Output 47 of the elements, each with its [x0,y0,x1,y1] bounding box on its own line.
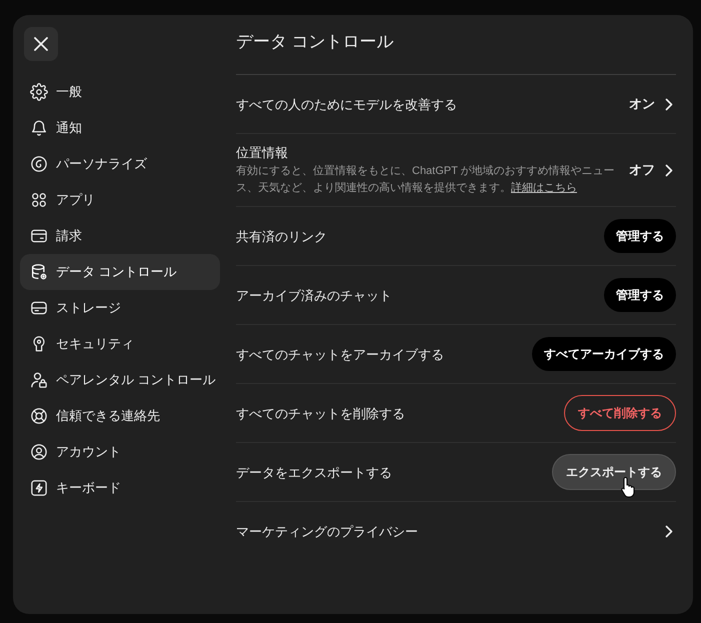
four-circles-icon [30,191,48,209]
setting-value-link[interactable]: オン [629,94,676,114]
lightning-square-icon [30,479,48,497]
setting-label: アーカイブ済みのチャット [236,286,392,304]
database-gear-icon [30,263,48,281]
sidebar-item[interactable]: アプリ [20,182,220,218]
sidebar-item[interactable]: 一般 [20,74,220,110]
setting-label: マーケティングのプライバシー [236,523,418,541]
setting-description: 有効にすると、位置情報をもとに、ChatGPT が地域のおすすめ情報やニュース、天気など、より関連性の高い情報を提供できます。詳細はこちら [236,164,616,196]
setting-label: すべてのチャットを削除する [236,404,405,422]
action-button[interactable]: すべて削除する [564,395,676,431]
close-icon [34,37,48,51]
page-title: データ コントロール [236,31,395,53]
learn-more-link[interactable]: 詳細はこちら [511,182,577,194]
gear-icon [30,83,48,101]
card-icon [30,227,48,245]
sidebar-item[interactable]: ストレージ [20,290,220,326]
hand-pointer-icon [620,476,636,498]
lifebuoy-icon [30,407,48,425]
action-button[interactable]: 管理する [604,278,676,312]
chevron-right-icon [665,164,673,176]
setting-label: データをエクスポートする [236,464,392,482]
setting-label: すべての人のためにモデルを改善する [236,96,457,114]
user-circle-icon [30,443,48,461]
chevron-right-icon[interactable] [665,525,673,538]
sidebar-item[interactable]: パーソナライズ [20,146,220,182]
action-button[interactable]: すべてアーカイブする [532,337,676,371]
chevron-right-icon [665,98,673,110]
spiral-circle-icon [30,155,48,173]
sidebar-item[interactable]: データ コントロール [20,254,220,290]
setting-label: 位置情報 [236,144,289,162]
person-lock-icon [30,371,48,389]
sidebar-item[interactable]: キーボード [20,470,220,506]
hard-drive-icon [30,299,48,317]
setting-label: 共有済のリンク [236,228,327,246]
sidebar-item[interactable]: アカウント [20,434,220,470]
setting-value-link[interactable]: オフ [629,160,676,180]
sidebar-item[interactable]: ペアレンタル コントロール [20,362,220,398]
action-button[interactable]: エクスポートする [552,454,676,490]
action-button[interactable]: 管理する [604,219,676,253]
close-button[interactable] [24,27,58,61]
sidebar-item[interactable]: 信頼できる連絡先 [20,398,220,434]
sidebar-item[interactable]: セキュリティ [20,326,220,362]
sidebar-item[interactable]: 通知 [20,110,220,146]
sidebar-item[interactable]: 請求 [20,218,220,254]
setting-label: すべてのチャットをアーカイブする [236,346,444,364]
bell-icon [30,119,48,137]
